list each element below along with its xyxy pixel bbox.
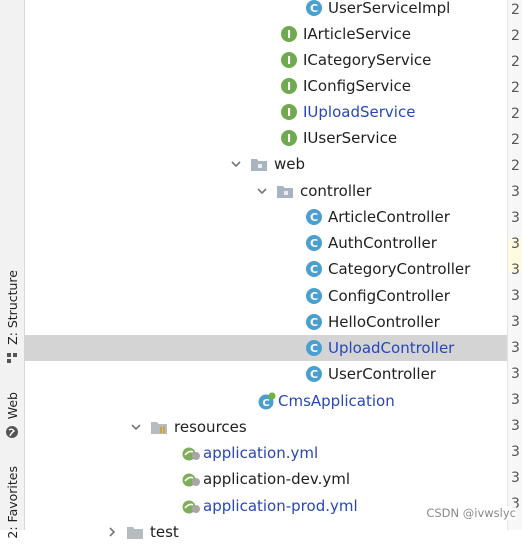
spring-yml-icon xyxy=(182,500,200,514)
tree-item-label: CmsApplication xyxy=(278,392,395,410)
web-tab[interactable]: Web xyxy=(0,392,24,439)
tree-item-authcontroller[interactable]: C AuthController xyxy=(24,230,508,256)
tree-item-label: application-prod.yml xyxy=(203,497,358,515)
tree-item-label: application-dev.yml xyxy=(203,470,351,488)
tree-item-categorycontroller[interactable]: C CategoryController xyxy=(24,256,508,282)
tree-item-label: IUploadService xyxy=(303,103,416,121)
tree-item-iconfigservice[interactable]: I IConfigService xyxy=(24,73,508,99)
globe-icon xyxy=(6,426,18,439)
tree-item-iuploadservice[interactable]: I IUploadService xyxy=(24,99,508,125)
left-tool-strip: Z: Structure Web 2: Favorites xyxy=(0,0,25,539)
line-number: 2 xyxy=(511,132,520,148)
line-number: 3 xyxy=(511,470,520,486)
favorites-tab[interactable]: 2: Favorites xyxy=(0,466,24,539)
tree-item-label: ConfigController xyxy=(328,287,450,305)
tree-item-controller[interactable]: controller xyxy=(24,178,508,204)
line-number: 3 xyxy=(511,444,520,460)
class-icon: C xyxy=(306,0,322,16)
structure-icon xyxy=(7,352,17,363)
line-number: 3 xyxy=(511,184,520,200)
package-folder-icon xyxy=(251,158,267,171)
chevron-right-icon[interactable] xyxy=(106,526,118,538)
class-icon: C xyxy=(306,261,322,277)
tree-item-uploadcontroller[interactable]: C UploadController xyxy=(24,335,508,361)
chevron-down-icon[interactable] xyxy=(230,158,242,170)
line-number: 3 xyxy=(511,314,520,330)
tree-item-test[interactable]: test xyxy=(24,519,508,545)
tree-item-usercontroller[interactable]: C UserController xyxy=(24,361,508,387)
tree-item-hellocontroller[interactable]: C HelloController xyxy=(24,309,508,335)
favorites-tab-label: 2: Favorites xyxy=(4,466,20,539)
tree-item-label: controller xyxy=(300,182,372,200)
line-number: 3 xyxy=(511,366,520,382)
spring-yml-icon xyxy=(182,447,200,461)
line-number: 3 xyxy=(511,340,520,356)
tree-item-label: UserServiceImpl xyxy=(328,0,451,17)
line-number: 3 xyxy=(511,418,520,434)
interface-icon: I xyxy=(281,130,297,146)
line-number: 2 xyxy=(511,80,520,96)
svg-text:C: C xyxy=(262,398,269,409)
tree-item-configcontroller[interactable]: C ConfigController xyxy=(24,283,508,309)
project-tree: C UserServiceImpl I IArticleService I IC… xyxy=(24,0,508,541)
editor-gutter: 2 2 2 2 2 2 2 3 3 3 3 3 3 3 3 3 3 3 3 3 xyxy=(507,0,522,530)
spring-boot-class-icon: C xyxy=(258,392,276,410)
tree-item-icategoryservice[interactable]: I ICategoryService xyxy=(24,47,508,73)
interface-icon: I xyxy=(281,52,297,68)
web-tab-label: Web xyxy=(4,392,20,420)
tree-item-label: IUserService xyxy=(303,129,398,147)
tree-item-cmsapplication[interactable]: C CmsApplication xyxy=(24,388,508,414)
line-number: 3 xyxy=(511,288,520,304)
folder-icon xyxy=(127,526,143,539)
class-icon: C xyxy=(306,209,322,225)
tree-item-label: web xyxy=(274,155,306,173)
line-number: 2 xyxy=(511,54,520,70)
tree-item-articlecontroller[interactable]: C ArticleController xyxy=(24,204,508,230)
tree-item-label: ICategoryService xyxy=(303,51,432,69)
tree-item-label: UploadController xyxy=(328,339,455,357)
package-folder-icon xyxy=(277,185,293,198)
tree-item-label: HelloController xyxy=(328,313,440,331)
tree-item-label: AuthController xyxy=(328,234,437,252)
line-number: 2 xyxy=(511,28,520,44)
line-number: 3 xyxy=(511,262,520,278)
tree-item-label: application.yml xyxy=(203,444,319,462)
resources-folder-icon xyxy=(151,421,167,434)
interface-icon: I xyxy=(281,104,297,120)
class-icon: C xyxy=(306,340,322,356)
tree-item-label: resources xyxy=(174,418,247,436)
chevron-down-icon[interactable] xyxy=(256,185,268,197)
watermark: CSDN @ivwslyc xyxy=(426,506,516,520)
line-number: 2 xyxy=(511,106,520,122)
structure-tab[interactable]: Z: Structure xyxy=(0,270,24,365)
tree-item-application-dev-yml[interactable]: application-dev.yml xyxy=(24,466,508,492)
line-number: 3 xyxy=(511,210,520,226)
structure-tab-label: Z: Structure xyxy=(4,270,20,345)
tree-item-web[interactable]: web xyxy=(24,151,508,177)
tree-item-label: test xyxy=(150,523,179,541)
class-icon: C xyxy=(306,235,322,251)
tree-item-userserviceimpl[interactable]: C UserServiceImpl xyxy=(24,0,508,21)
class-icon: C xyxy=(306,314,322,330)
class-icon: C xyxy=(306,366,322,382)
line-number: 2 xyxy=(511,158,520,174)
chevron-down-icon[interactable] xyxy=(130,421,142,433)
interface-icon: I xyxy=(281,78,297,94)
tree-item-resources[interactable]: resources xyxy=(24,414,508,440)
tree-item-label: UserController xyxy=(328,365,436,383)
class-icon: C xyxy=(306,288,322,304)
tree-item-label: ArticleController xyxy=(328,208,450,226)
line-number: 3 xyxy=(511,392,520,408)
tree-item-iuserservice[interactable]: I IUserService xyxy=(24,125,508,151)
line-number: 3 xyxy=(511,236,520,252)
spring-yml-icon xyxy=(182,473,200,487)
line-number: 2 xyxy=(511,2,520,18)
tree-item-label: CategoryController xyxy=(328,260,471,278)
tree-item-label: IConfigService xyxy=(303,77,411,95)
tree-item-label: IArticleService xyxy=(303,25,411,43)
tree-item-application-yml[interactable]: application.yml xyxy=(24,440,508,466)
interface-icon: I xyxy=(281,26,297,42)
tree-item-iarticleservice[interactable]: I IArticleService xyxy=(24,21,508,47)
